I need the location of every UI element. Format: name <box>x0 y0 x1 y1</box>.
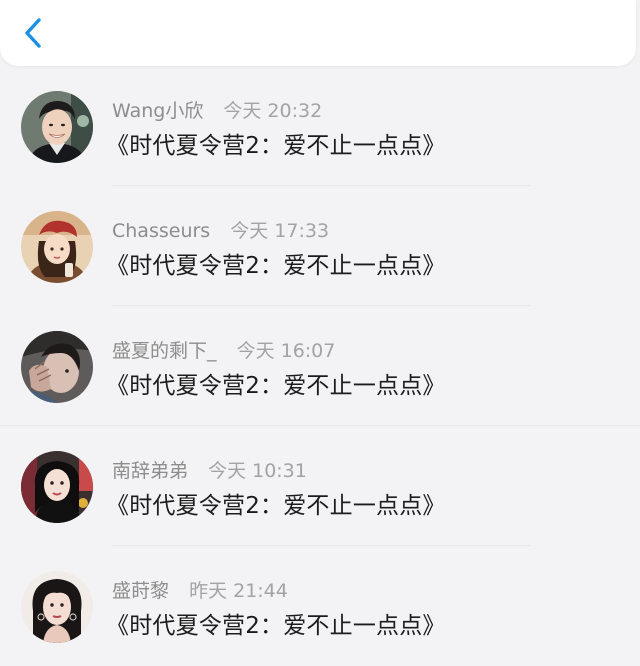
comment-meta: Wang小欣 今天 20:32 <box>112 98 322 124</box>
list-item[interactable]: Wang小欣 今天 20:32 《时代夏令营2：爱不止一点点》 <box>0 66 640 186</box>
username[interactable]: Chasseurs <box>112 220 210 242</box>
avatar[interactable] <box>21 571 93 643</box>
timestamp: 昨天 21:44 <box>189 580 288 602</box>
list-item[interactable]: 盛夏的剩下_ 今天 16:07 《时代夏令营2：爱不止一点点》 <box>0 306 640 426</box>
username[interactable]: 盛莳黎 <box>112 580 169 602</box>
avatar[interactable] <box>21 451 93 523</box>
avatar[interactable] <box>21 331 93 403</box>
comment-text: 《时代夏令营2：爱不止一点点》 <box>106 253 446 279</box>
username[interactable]: Wang小欣 <box>112 100 203 122</box>
comment-text: 《时代夏令营2：爱不止一点点》 <box>106 373 446 399</box>
timestamp: 今天 10:31 <box>208 460 307 482</box>
avatar-person-covering-face <box>21 331 93 403</box>
comment-list: Wang小欣 今天 20:32 《时代夏令营2：爱不止一点点》 Chasseur… <box>0 66 640 661</box>
top-bar <box>0 0 636 66</box>
list-item[interactable]: 盛莳黎 昨天 21:44 《时代夏令营2：爱不止一点点》 <box>0 546 640 666</box>
comment-meta: 盛莳黎 昨天 21:44 <box>112 578 288 604</box>
comment-meta: Chasseurs 今天 17:33 <box>112 218 329 244</box>
timestamp: 今天 16:07 <box>236 340 336 362</box>
comment-meta: 盛夏的剩下_ 今天 16:07 <box>112 338 335 364</box>
avatar[interactable] <box>21 211 93 283</box>
chevron-left-icon <box>25 18 41 48</box>
comment-meta: 南辞弟弟 今天 10:31 <box>112 458 307 484</box>
list-item[interactable]: Chasseurs 今天 17:33 《时代夏令营2：爱不止一点点》 <box>0 186 640 306</box>
avatar-young-man-smiling <box>21 91 93 163</box>
avatar-illustrated-girl-red-beret <box>21 211 93 283</box>
list-item[interactable]: 南辞弟弟 今天 10:31 《时代夏令营2：爱不止一点点》 <box>0 426 640 546</box>
username[interactable]: 南辞弟弟 <box>112 460 188 482</box>
comment-text: 《时代夏令营2：爱不止一点点》 <box>106 613 446 639</box>
avatar-woman-dark-hair <box>21 451 93 523</box>
timestamp: 今天 20:32 <box>223 100 323 122</box>
timestamp: 今天 17:33 <box>230 220 330 242</box>
comment-text: 《时代夏令营2：爱不止一点点》 <box>106 493 446 519</box>
username[interactable]: 盛夏的剩下_ <box>112 340 217 362</box>
avatar-woman-earrings <box>21 571 93 643</box>
back-button[interactable] <box>18 14 52 52</box>
avatar[interactable] <box>21 91 93 163</box>
comment-text: 《时代夏令营2：爱不止一点点》 <box>106 133 446 159</box>
